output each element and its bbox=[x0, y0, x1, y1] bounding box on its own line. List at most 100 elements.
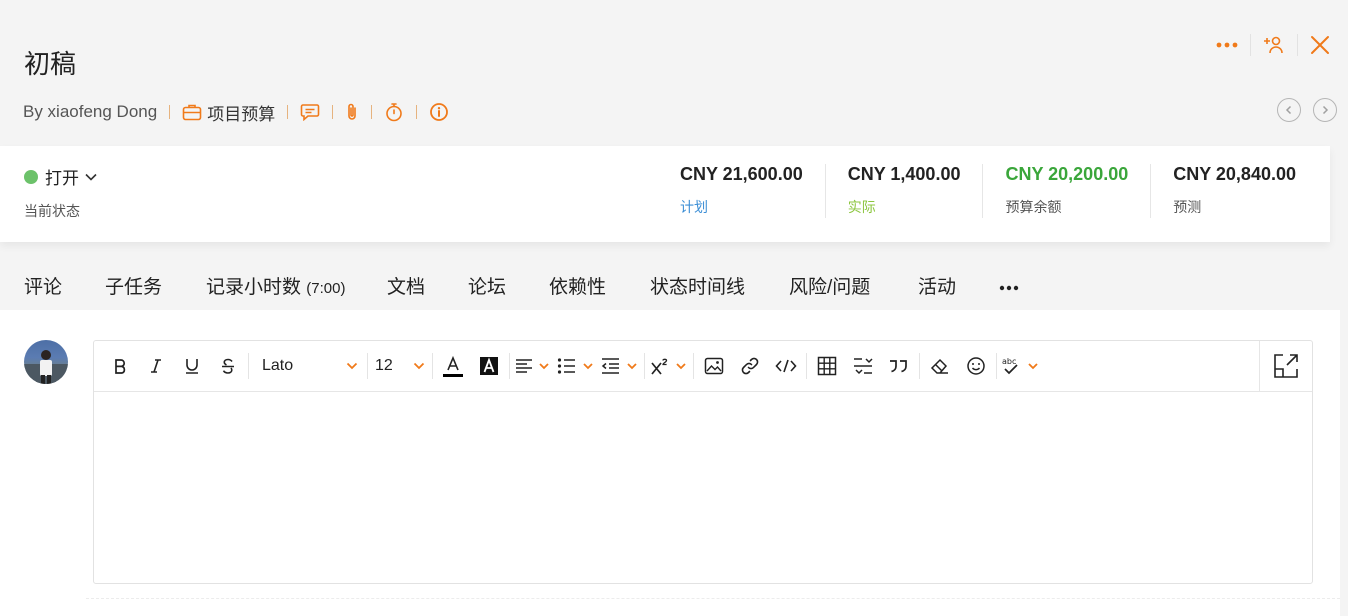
editor-toolbar: Lato 12 abc bbox=[94, 341, 1312, 392]
clear-format-button[interactable] bbox=[925, 350, 955, 382]
indent-select[interactable] bbox=[601, 350, 639, 382]
tab-forum[interactable]: 论坛 bbox=[468, 272, 506, 299]
text-color-icon bbox=[443, 355, 463, 377]
insert-image-button[interactable] bbox=[699, 350, 729, 382]
previous-record-button[interactable] bbox=[1277, 98, 1301, 122]
insert-code-button[interactable] bbox=[771, 350, 801, 382]
underline-button[interactable] bbox=[177, 350, 207, 382]
amount-label: 实际 bbox=[847, 199, 876, 215]
divider bbox=[693, 353, 694, 379]
bold-button[interactable] bbox=[105, 350, 135, 382]
amount-value: CNY 1,400.00 bbox=[847, 164, 961, 184]
smiley-icon bbox=[967, 357, 985, 375]
info-icon[interactable] bbox=[429, 102, 449, 122]
expand-editor-button[interactable] bbox=[1259, 341, 1312, 391]
list-select[interactable] bbox=[557, 350, 595, 382]
stopwatch-icon[interactable] bbox=[384, 102, 404, 122]
blockquote-button[interactable] bbox=[884, 350, 914, 382]
tab-label: 依赖性 bbox=[549, 277, 607, 298]
tab-label: 文档 bbox=[387, 277, 426, 298]
next-record-button[interactable] bbox=[1313, 98, 1337, 122]
avatar bbox=[24, 340, 68, 384]
tab-activity[interactable]: 活动 bbox=[918, 272, 956, 299]
tab-label: 风险/问题 bbox=[789, 277, 871, 298]
spellcheck-select[interactable]: abc bbox=[1002, 350, 1040, 382]
line-height-button[interactable] bbox=[848, 350, 878, 382]
amount-remaining: CNY 20,200.00 预算余额 bbox=[982, 164, 1150, 218]
tab-label: 状态时间线 bbox=[650, 277, 746, 298]
status-value: 打开 bbox=[45, 169, 79, 188]
text-color-button[interactable] bbox=[438, 350, 468, 382]
header: 初稿 By xiaofeng Dong 项目预算 bbox=[0, 0, 1348, 146]
quote-icon bbox=[890, 360, 907, 373]
tab-documents[interactable]: 文档 bbox=[387, 272, 425, 299]
insert-link-button[interactable] bbox=[735, 350, 765, 382]
amount-value: CNY 21,600.00 bbox=[679, 164, 803, 184]
tab-subtasks[interactable]: 子任务 bbox=[105, 272, 162, 299]
font-family-value: Lato bbox=[262, 357, 294, 374]
divider bbox=[332, 105, 334, 119]
tab-risks-issues[interactable]: 风险/问题 bbox=[789, 272, 870, 299]
tab-log-hours[interactable]: 记录小时数 (7:00) bbox=[206, 272, 345, 299]
summary-card: 打开 当前状态 CNY 21,600.00 计划 CNY 1,400.00 实际… bbox=[0, 146, 1330, 242]
comments-panel: Lato 12 abc bbox=[0, 310, 1340, 616]
close-icon[interactable] bbox=[1310, 35, 1330, 55]
top-actions bbox=[1216, 34, 1330, 56]
amount-label: 预测 bbox=[1173, 199, 1202, 215]
status-dropdown[interactable]: 打开 bbox=[24, 164, 98, 189]
amount-value: CNY 20,200.00 bbox=[1005, 164, 1129, 184]
outdent-icon bbox=[601, 358, 637, 374]
superscript-icon bbox=[651, 358, 686, 375]
table-icon bbox=[817, 356, 837, 376]
insert-table-button[interactable] bbox=[812, 350, 842, 382]
tab-label: 评论 bbox=[24, 277, 63, 298]
chevron-right-icon bbox=[1322, 105, 1329, 115]
more-horizontal-icon bbox=[999, 285, 1019, 291]
comment-editor: Lato 12 abc bbox=[93, 340, 1313, 584]
chevron-left-icon bbox=[1285, 105, 1292, 115]
tab-label: 子任务 bbox=[105, 277, 163, 298]
amount-planned: CNY 21,600.00 计划 bbox=[658, 164, 825, 218]
font-size-select[interactable]: 12 bbox=[373, 350, 427, 382]
tab-status-timeline[interactable]: 状态时间线 bbox=[650, 272, 745, 299]
tab-dependencies[interactable]: 依赖性 bbox=[549, 272, 606, 299]
divider bbox=[432, 353, 433, 379]
budget-amounts: CNY 21,600.00 计划 CNY 1,400.00 实际 CNY 20,… bbox=[658, 164, 1318, 218]
underline-icon bbox=[186, 359, 198, 374]
divider bbox=[371, 105, 373, 119]
italic-button[interactable] bbox=[141, 350, 171, 382]
font-size-value: 12 bbox=[375, 357, 393, 374]
status-label: 当前状态 bbox=[24, 203, 80, 219]
status-block: 打开 当前状态 bbox=[24, 164, 98, 221]
divider bbox=[1250, 34, 1251, 56]
divider bbox=[287, 105, 289, 119]
superscript-select[interactable] bbox=[650, 350, 688, 382]
background-color-button[interactable] bbox=[474, 350, 504, 382]
project-budget-link[interactable]: 项目预算 bbox=[182, 100, 275, 125]
more-options-icon[interactable] bbox=[1216, 40, 1238, 50]
assign-user-icon[interactable] bbox=[1263, 34, 1285, 56]
tab-comments[interactable]: 评论 bbox=[24, 272, 63, 312]
author-label: By xiaofeng Dong bbox=[23, 102, 158, 121]
font-family-select[interactable]: Lato bbox=[254, 350, 362, 382]
tab-hours-count: (7:00) bbox=[306, 280, 346, 297]
divider bbox=[919, 353, 920, 379]
comment-icon[interactable] bbox=[300, 103, 320, 121]
align-select[interactable] bbox=[515, 350, 551, 382]
divider bbox=[996, 353, 997, 379]
link-icon bbox=[741, 357, 759, 375]
amount-forecast: CNY 20,840.00 预测 bbox=[1150, 164, 1318, 218]
bold-icon bbox=[115, 359, 126, 374]
tab-more-button[interactable] bbox=[999, 276, 1019, 298]
tab-label: 论坛 bbox=[468, 277, 507, 298]
tab-label: 记录小时数 bbox=[206, 277, 302, 298]
align-left-icon bbox=[516, 359, 549, 373]
meta-bar: By xiaofeng Dong 项目预算 bbox=[23, 100, 449, 124]
strikethrough-button[interactable] bbox=[213, 350, 243, 382]
editor-text-area[interactable] bbox=[94, 392, 1312, 584]
paperclip-icon[interactable] bbox=[345, 102, 359, 122]
briefcase-icon bbox=[182, 103, 202, 121]
emoji-button[interactable] bbox=[961, 350, 991, 382]
svg-text:abc: abc bbox=[1002, 357, 1016, 366]
amount-actual: CNY 1,400.00 实际 bbox=[824, 164, 983, 218]
